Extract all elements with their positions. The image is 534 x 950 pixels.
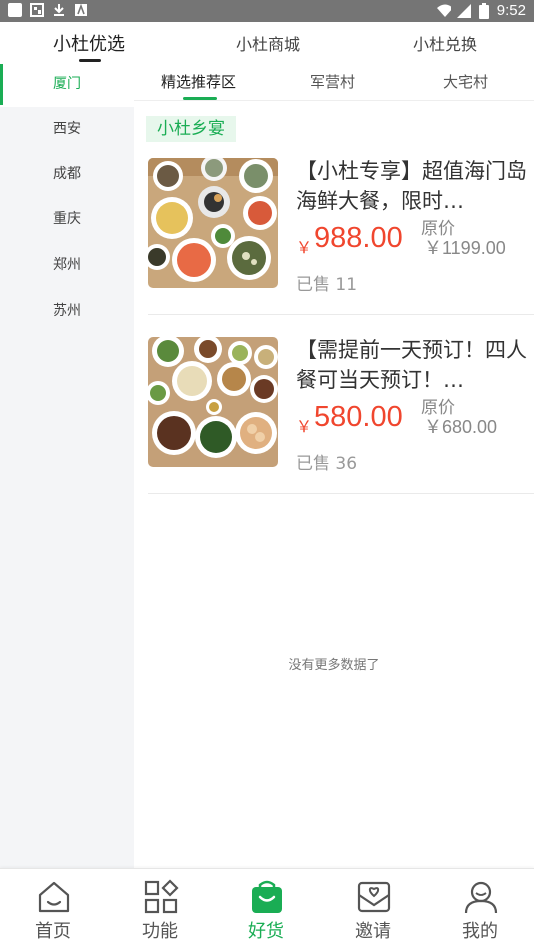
nav-invite[interactable]: 邀请 [320,869,426,950]
nav-home[interactable]: 首页 [0,869,106,950]
square-icon [8,3,22,17]
wifi-icon [436,4,451,18]
city-item-chongqing[interactable]: 重庆 [0,197,134,242]
sold-count: 已售 11 [296,275,358,295]
invite-envelope-icon [356,879,392,915]
price-currency: ￥ [296,238,313,257]
product-title: 【需提前一天预订！四人餐可当天预订！… [296,338,527,392]
home-icon [36,879,72,915]
city-sidebar: 厦门 西安 成都 重庆 郑州 苏州 [0,62,134,868]
subtab-junying-village[interactable]: 军营村 [310,71,355,92]
tab-xiaodu-duihuan[interactable]: 小杜兑换 [413,31,477,55]
price-currency: ￥ [296,417,313,436]
nav-label: 我的 [462,921,498,942]
product-title: 【小杜专享】超值海门岛海鲜大餐，限时… [296,159,527,213]
original-price: ￥680.00 [424,417,498,437]
city-label: 郑州 [53,257,81,273]
divider [148,493,534,494]
top-tabs: 小杜优选 小杜商城 小杜兑换 [0,22,534,62]
nav-good-goods[interactable]: 好货 [213,869,319,950]
nav-functions[interactable]: 功能 [107,869,213,950]
nav-label: 首页 [35,921,71,942]
shopping-bag-icon [249,879,285,915]
city-item-suzhou[interactable]: 苏州 [0,289,134,334]
nav-label: 邀请 [355,921,391,942]
sub-tabs: 精选推荐区 军营村 大宅村 [134,62,534,101]
nav-label: 好货 [248,921,284,942]
city-label: 重庆 [53,211,81,227]
subtab-dazhai-village[interactable]: 大宅村 [443,71,488,92]
product-price: 580.00 [314,401,403,433]
tab-xiaodu-shangcheng[interactable]: 小杜商城 [236,31,300,55]
product-image[interactable] [148,158,278,288]
original-price: ￥1199.00 [424,238,506,258]
active-city-indicator [0,64,3,105]
product-card[interactable]: 【需提前一天预订！四人餐可当天预订！… ￥ 580.00 原价 ￥680.00 … [148,337,534,495]
city-item-xiamen[interactable]: 厦门 [0,62,134,107]
user-icon [463,879,499,915]
product-image[interactable] [148,337,278,467]
no-more-data-text: 没有更多数据了 [288,658,380,673]
city-item-zhengzhou[interactable]: 郑州 [0,243,134,288]
sold-count: 已售 36 [296,454,358,474]
active-subtab-indicator [183,97,217,100]
section-title: 小杜乡宴 [146,116,236,142]
product-price: 988.00 [314,222,403,254]
status-bar: 9:52 [0,0,534,22]
grid-icon [143,879,179,915]
subtab-featured[interactable]: 精选推荐区 [161,71,236,92]
battery-icon [477,2,491,19]
city-label: 苏州 [53,303,81,319]
city-item-xian[interactable]: 西安 [0,107,134,152]
city-label: 厦门 [53,76,81,92]
gallery-icon [30,3,44,17]
status-time: 9:52 [496,2,526,19]
tab-xiaodu-youxuan[interactable]: 小杜优选 [53,30,125,56]
nav-label: 功能 [142,921,178,942]
product-card[interactable]: 【小杜专享】超值海门岛海鲜大餐，限时… ￥ 988.00 原价 ￥1199.00… [148,158,534,316]
city-label: 西安 [53,121,81,137]
signal-icon [456,3,471,18]
city-item-chengdu[interactable]: 成都 [0,152,134,197]
nav-mine[interactable]: 我的 [427,869,533,950]
font-icon [74,3,88,17]
divider [148,314,534,315]
city-label: 成都 [53,166,81,182]
bottom-nav: 首页 功能 好货 邀请 我的 [0,868,534,950]
download-icon [52,3,66,17]
